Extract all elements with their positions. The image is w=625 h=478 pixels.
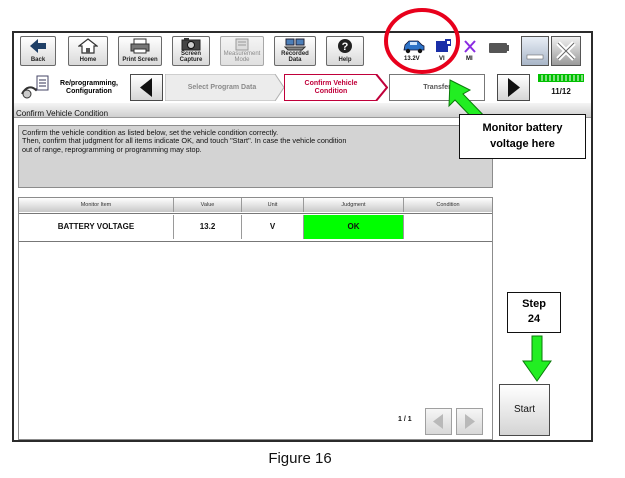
column-header-monitor-item: Monitor Item [19, 198, 174, 212]
cell-judgment: OK [304, 215, 404, 239]
next-step-button[interactable] [497, 74, 530, 101]
print-screen-button[interactable]: Print Screen [118, 36, 162, 66]
back-button[interactable]: Back [20, 36, 56, 66]
voltage-highlight-circle [384, 8, 460, 74]
page-next-icon [465, 414, 475, 429]
cell-value: 13.2 [174, 215, 242, 239]
cell-unit: V [242, 215, 304, 239]
column-header-unit: Unit [242, 198, 304, 212]
breadcrumb-select-program-data: Select Program Data [187, 83, 257, 91]
progress-indicator [538, 74, 584, 82]
instruction-line-3: out of range, reprogramming or programmi… [22, 144, 202, 154]
cell-condition [404, 215, 492, 239]
recorded-data-icon [284, 38, 306, 51]
page-next-button[interactable] [456, 408, 483, 435]
breadcrumb-confirm-line1: Confirm Vehicle [304, 79, 358, 87]
triangle-right-icon [508, 78, 520, 97]
column-header-condition: Condition [404, 198, 492, 212]
cell-monitor-item: BATTERY VOLTAGE [19, 215, 174, 239]
help-label: Help [338, 57, 352, 63]
recorded-data-button[interactable]: Recorded Data [274, 36, 316, 66]
svg-text:?: ? [342, 41, 349, 53]
help-icon: ? [338, 39, 352, 53]
section-title: Confirm Vehicle Condition [16, 109, 109, 118]
minimize-button[interactable] [521, 36, 549, 66]
header-divider [19, 213, 492, 214]
measurement-label-2: Mode [234, 57, 250, 63]
previous-step-button[interactable] [130, 74, 163, 101]
start-button[interactable]: Start [499, 384, 550, 436]
home-label: Home [79, 57, 97, 63]
print-screen-label: Print Screen [122, 57, 158, 63]
page-prev-icon [433, 414, 443, 429]
reprogramming-icon [21, 75, 49, 99]
mi-disconnected-icon [464, 40, 476, 53]
monitor-table: Monitor Item Value Unit Judgment Conditi… [18, 197, 493, 440]
screen-capture-label-2: Capture [179, 57, 203, 63]
page-prev-button[interactable] [425, 408, 452, 435]
breadcrumb-confirm-vehicle-condition: Confirm Vehicle Condition [286, 74, 376, 101]
help-button[interactable]: ? Help [326, 36, 364, 66]
monitor-callout-line1: Monitor battery [482, 122, 563, 134]
breadcrumb-reprogramming: Re/programming, Configuration [54, 74, 124, 101]
column-header-judgment: Judgment [304, 198, 404, 212]
camera-icon [181, 38, 201, 51]
page-indicator: 1 / 1 [398, 416, 412, 423]
step-arrow [522, 335, 552, 382]
close-button[interactable] [551, 36, 581, 66]
step-callout-line1: Step [522, 298, 546, 310]
back-arrow-icon [30, 39, 46, 53]
monitor-callout: Monitor battery voltage here [459, 114, 586, 159]
home-icon [78, 38, 98, 54]
step-counter: 11/12 [551, 87, 571, 96]
printer-icon [130, 38, 150, 54]
row-divider [19, 241, 492, 242]
step-callout-line2: 24 [527, 313, 541, 325]
screen-capture-button[interactable]: Screen Capture [172, 36, 210, 66]
breadcrumb-reprogramming-line2: Configuration [66, 87, 112, 95]
connection-status-icon [489, 43, 509, 53]
step-callout: Step 24 [507, 292, 561, 333]
measurement-mode-button[interactable]: Measurement Mode [220, 36, 264, 66]
breadcrumb-confirm-line2: Condition [314, 87, 348, 95]
column-header-value: Value [174, 198, 242, 212]
close-icon [556, 41, 576, 61]
figure-caption: Figure 16 [268, 450, 332, 467]
instruction-message: Confirm the vehicle condition as listed … [18, 125, 493, 188]
minimize-icon [526, 54, 544, 60]
home-button[interactable]: Home [68, 36, 108, 66]
measurement-icon [235, 38, 249, 51]
mi-label: MI [466, 56, 473, 62]
recorded-data-label-2: Data [288, 57, 302, 63]
triangle-left-icon [140, 78, 152, 97]
monitor-callout-line2: voltage here [490, 138, 555, 150]
breadcrumb-reprogramming-line1: Re/programming, [60, 79, 118, 87]
back-label: Back [30, 57, 46, 63]
